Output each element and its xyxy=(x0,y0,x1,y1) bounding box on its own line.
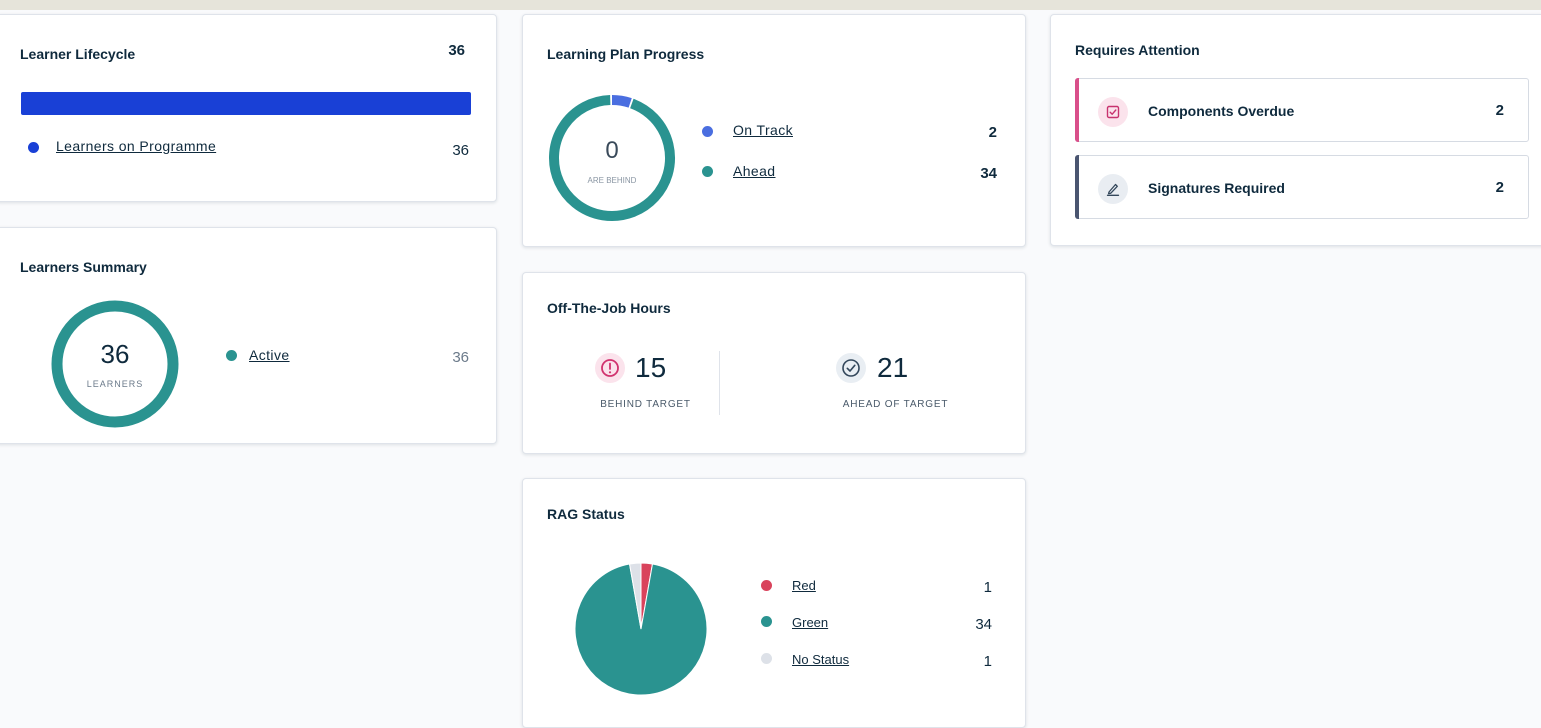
donut-center-label: LEARNERS xyxy=(86,379,144,389)
learning-plan-progress-card: Learning Plan Progress 0 ARE BEHIND On T… xyxy=(522,14,1026,247)
card-title: Learner Lifecycle xyxy=(20,46,136,62)
learners-on-programme-value: 36 xyxy=(452,142,469,159)
lifecycle-bar[interactable] xyxy=(21,92,471,115)
card-title: Off-The-Job Hours xyxy=(547,300,671,316)
ahead-value: 34 xyxy=(980,165,997,182)
legend-dot xyxy=(226,350,237,361)
legend-dot xyxy=(761,616,772,627)
off-the-job-hours-card: Off-The-Job Hours 15 BEHIND TARGET 21 AH… xyxy=(522,272,1026,454)
rag-status-card: RAG Status Red 1 Green 34 No Status 1 xyxy=(522,478,1026,728)
donut-center-label: ARE BEHIND xyxy=(587,176,637,185)
lifecycle-total: 36 xyxy=(448,42,465,59)
donut-center-value: 36 xyxy=(100,339,130,369)
ahead-of-target-stat[interactable]: 21 AHEAD OF TARGET xyxy=(823,351,968,411)
components-overdue-count: 2 xyxy=(1495,102,1504,119)
card-title: Requires Attention xyxy=(1075,42,1200,58)
behind-target-value: 15 xyxy=(635,352,667,383)
divider xyxy=(719,351,720,415)
learners-on-programme-link[interactable]: Learners on Programme xyxy=(56,138,216,154)
signatures-required-item[interactable]: Signatures Required 2 xyxy=(1075,155,1529,219)
ahead-of-target-label: AHEAD OF TARGET xyxy=(842,399,949,410)
ahead-link[interactable]: Ahead xyxy=(733,163,775,179)
signatures-required-count: 2 xyxy=(1495,179,1504,196)
components-overdue-item[interactable]: Components Overdue 2 xyxy=(1075,78,1529,142)
learners-summary-card: Learners Summary 36 LEARNERS Active 36 xyxy=(0,227,497,444)
legend-dot xyxy=(702,126,713,137)
accent-bar xyxy=(1075,155,1079,219)
check-circle-icon xyxy=(836,353,866,383)
rag-pie-chart xyxy=(574,562,708,696)
checkbox-icon xyxy=(1098,97,1128,127)
top-bar xyxy=(0,0,1541,10)
signature-pen-icon xyxy=(1098,174,1128,204)
behind-target-stat[interactable]: 15 BEHIND TARGET xyxy=(573,351,713,411)
donut-center-value: 0 xyxy=(605,137,619,164)
on-track-link[interactable]: On Track xyxy=(733,122,793,138)
card-title: RAG Status xyxy=(547,506,625,522)
active-link[interactable]: Active xyxy=(249,347,290,363)
behind-target-label: BEHIND TARGET xyxy=(600,399,691,410)
red-value: 1 xyxy=(983,579,992,596)
requires-attention-card: Requires Attention Components Overdue 2 … xyxy=(1050,14,1541,246)
red-link[interactable]: Red xyxy=(792,578,816,593)
on-track-value: 2 xyxy=(988,124,997,141)
signatures-required-label: Signatures Required xyxy=(1148,180,1285,196)
donut-arc-on-track[interactable] xyxy=(611,95,632,108)
card-title: Learners Summary xyxy=(20,259,147,275)
active-value: 36 xyxy=(452,349,469,366)
ahead-of-target-value: 21 xyxy=(877,352,909,383)
no-status-link[interactable]: No Status xyxy=(792,652,849,667)
card-title: Learning Plan Progress xyxy=(547,46,705,62)
green-link[interactable]: Green xyxy=(792,615,828,630)
accent-bar xyxy=(1075,78,1079,142)
no-status-value: 1 xyxy=(983,653,992,670)
legend-dot xyxy=(28,142,39,153)
legend-dot xyxy=(761,580,772,591)
legend-dot xyxy=(702,166,713,177)
components-overdue-label: Components Overdue xyxy=(1148,103,1295,119)
learner-lifecycle-card: Learner Lifecycle 36 Learners on Program… xyxy=(0,14,497,202)
green-value: 34 xyxy=(975,616,992,633)
alert-circle-icon xyxy=(595,353,625,383)
legend-dot xyxy=(761,653,772,664)
